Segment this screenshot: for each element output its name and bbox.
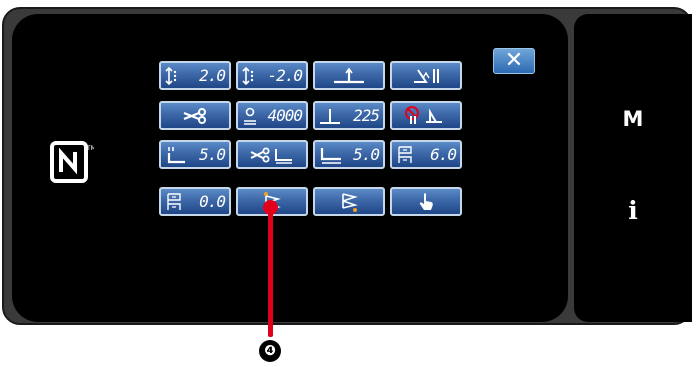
key-presser-foot-lift[interactable] [390,61,462,90]
key-stitch-length-front[interactable]: 2.0 [159,61,231,90]
key-value: -2.0 [267,66,303,85]
needle-up-icon [315,66,383,86]
end-flag-icon [315,192,383,212]
key-sewing-speed[interactable]: 4000 [236,101,308,130]
flag-icon [396,145,414,165]
scissors-foot-icon [238,145,306,165]
nfc-icon: TM [50,141,94,183]
key-flag-length[interactable]: 6.0 [390,140,462,169]
key-foot-lift-amount[interactable]: 5.0 [313,140,385,169]
key-stitch-length-back[interactable]: -2.0 [236,61,308,90]
stitch-length-icon [165,66,179,86]
key-thread-trimmer[interactable] [159,101,231,130]
menu-button[interactable]: M [618,104,648,134]
presser-foot-lift-icon [392,66,460,86]
svg-text:TM: TM [86,145,94,152]
key-thread-wiper[interactable] [390,101,462,130]
callout-dot [263,200,278,215]
presser-foot-up-icon [319,145,345,165]
key-manual-operation[interactable] [390,187,462,216]
key-value: 5.0 [353,145,380,164]
wiper-off-icon [392,106,460,126]
key-value: 0.0 [199,192,226,211]
presser-foot-icon [165,145,187,165]
callout-line [268,206,273,337]
key-trim-foot-lift[interactable] [236,140,308,169]
key-end-bartack[interactable] [313,187,385,216]
speed-icon [242,106,258,126]
info-button[interactable]: i [618,194,648,228]
stitch-length-icon [242,66,256,86]
hand-pointer-icon [392,192,460,212]
close-button[interactable]: ✕ [493,48,535,74]
side-panel [574,14,692,322]
callout-number: ❹ [259,340,281,362]
key-value: 5.0 [199,145,226,164]
key-value: 6.0 [430,145,457,164]
needle-stop-icon [319,106,341,126]
key-needle-stop[interactable]: 225 [313,101,385,130]
flag-compensation-icon [165,192,183,212]
key-flag-compensation[interactable]: 0.0 [159,187,231,216]
key-value: 4000 [267,106,303,125]
key-needle-position[interactable] [313,61,385,90]
key-presser-foot-height[interactable]: 5.0 [159,140,231,169]
key-value: 225 [353,106,380,125]
scissors-icon [161,106,229,126]
key-value: 2.0 [199,66,226,85]
